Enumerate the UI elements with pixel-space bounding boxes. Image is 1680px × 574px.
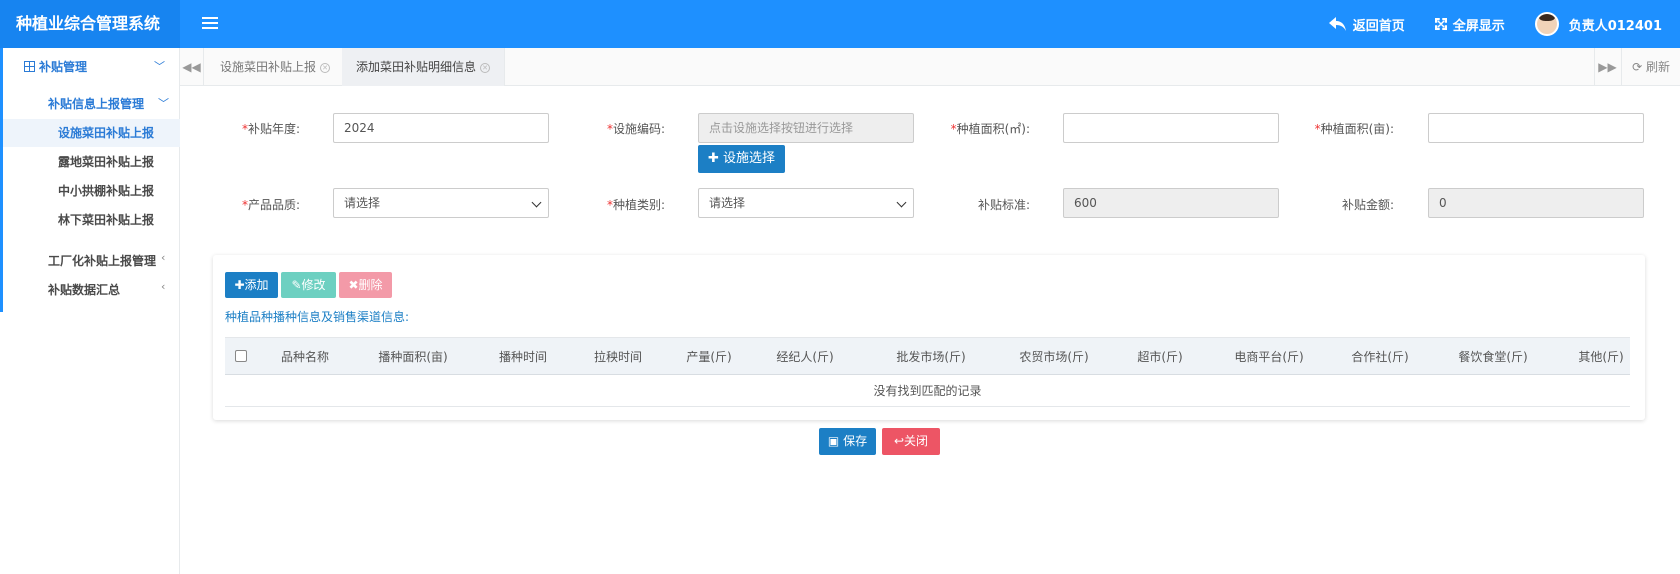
- amount-label: 补贴金额:: [1341, 198, 1394, 212]
- column-header[interactable]: 批发市场(斤): [896, 338, 965, 376]
- sidebar-item-factory[interactable]: 工厂化补贴上报管理: [48, 252, 156, 269]
- app-title: 种植业综合管理系统: [0, 0, 180, 48]
- area-mu-label: *种植面积(亩):: [1314, 122, 1394, 136]
- area-mu-input[interactable]: [1428, 113, 1644, 143]
- add-button[interactable]: ✚添加: [225, 272, 278, 298]
- sidebar-item-report-management[interactable]: 补贴信息上报管理: [48, 95, 144, 112]
- table-icon: [24, 61, 35, 72]
- sidebar-item-summary[interactable]: 补贴数据汇总: [48, 281, 120, 298]
- select-all-checkbox[interactable]: [235, 350, 247, 362]
- close-icon[interactable]: ✕: [480, 62, 491, 73]
- tabs-scroll-left-icon[interactable]: ◀◀: [180, 48, 204, 86]
- plus-icon: ✚: [234, 278, 245, 292]
- code-label: *设施编码:: [606, 122, 665, 136]
- tab-label: 添加菜田补贴明细信息: [356, 60, 477, 74]
- column-header[interactable]: 播种面积(亩): [378, 338, 447, 376]
- fullscreen-link[interactable]: 全屏显示: [1434, 15, 1505, 34]
- fullscreen-link-label: 全屏显示: [1452, 18, 1505, 34]
- tabs-scroll-right-icon[interactable]: ▶▶: [1594, 48, 1620, 86]
- chevron-down-icon: ﹀: [158, 97, 169, 110]
- sidebar-item-label: 工厂化补贴上报管理: [48, 254, 157, 268]
- facility-select-label: 设施选择: [723, 151, 776, 166]
- sidebar-group-subsidy[interactable]: 补贴管理: [24, 58, 87, 75]
- refresh-icon: ⟳: [1632, 60, 1643, 74]
- standard-label: 补贴标准:: [977, 198, 1030, 212]
- tab-add-detail[interactable]: 添加菜田补贴明细信息 ✕: [342, 48, 506, 86]
- save-icon: ▣: [827, 434, 840, 448]
- delete-button[interactable]: ✖删除: [339, 272, 392, 298]
- chevron-left-icon: ‹: [161, 280, 166, 293]
- quality-select[interactable]: 请选择: [333, 188, 549, 218]
- close-icon: ✖: [348, 278, 359, 292]
- chevron-left-icon: ‹: [161, 251, 166, 264]
- home-link-label: 返回首页: [1352, 18, 1405, 34]
- tab-label: 设施菜田补贴上报: [220, 60, 317, 74]
- column-header[interactable]: 播种时间: [499, 338, 547, 376]
- area-m2-label: *种植面积(㎡):: [950, 122, 1030, 136]
- tabs-bar: ◀◀ 设施菜田补贴上报 ✕ 添加菜田补贴明细信息 ✕ ▶▶ ⟳ 刷新: [180, 48, 1680, 86]
- save-button[interactable]: ▣ 保存: [819, 428, 876, 455]
- top-bar: 种植业综合管理系统 返回首页 全屏显示 负责人012401: [0, 0, 1680, 48]
- home-link[interactable]: 返回首页: [1328, 15, 1405, 34]
- reply-icon: [1328, 17, 1346, 31]
- user-label: 负责人012401: [1568, 18, 1662, 34]
- column-header[interactable]: 产量(斤): [686, 338, 731, 376]
- column-header[interactable]: 其他(斤): [1578, 338, 1623, 376]
- year-label: *补贴年度:: [241, 122, 300, 136]
- tab-facility-report[interactable]: 设施菜田补贴上报 ✕: [206, 48, 346, 86]
- refresh-label: 刷新: [1645, 60, 1670, 74]
- reply-icon: ↩: [893, 434, 905, 448]
- quality-select-value: 请选择: [344, 196, 381, 210]
- code-input[interactable]: 点击设施选择按钮进行选择: [698, 113, 914, 143]
- column-header[interactable]: 农贸市场(斤): [1019, 338, 1088, 376]
- variety-panel: ✚添加 ✎修改 ✖删除 种植品种播种信息及销售渠道信息: 品种名称 播种面积(亩…: [213, 255, 1645, 420]
- sidebar-group-label: 补贴管理: [39, 60, 88, 74]
- area-m2-input[interactable]: [1063, 113, 1279, 143]
- sidebar-item-small-arch[interactable]: 中小拱棚补贴上报: [3, 177, 180, 205]
- sidebar-item-open-field[interactable]: 露地菜田补贴上报: [3, 148, 180, 176]
- user-menu[interactable]: 负责人012401: [1534, 12, 1662, 36]
- chevron-down-icon: [531, 197, 542, 208]
- sidebar-item-label: 补贴信息上报管理: [48, 97, 145, 111]
- edit-button[interactable]: ✎修改: [281, 272, 336, 298]
- avatar: [1534, 12, 1559, 36]
- category-select[interactable]: 请选择: [698, 188, 914, 218]
- amount-input[interactable]: 0: [1428, 188, 1644, 218]
- column-header[interactable]: 拉秧时间: [594, 338, 642, 376]
- quality-label: *产品品质:: [241, 198, 300, 212]
- column-header[interactable]: 电商平台(斤): [1234, 338, 1303, 376]
- column-header[interactable]: 品种名称: [281, 338, 329, 376]
- column-header[interactable]: 合作社(斤): [1351, 338, 1408, 376]
- close-icon[interactable]: ✕: [320, 62, 331, 73]
- year-input[interactable]: 2024: [333, 113, 549, 143]
- top-right-actions: 返回首页 全屏显示 负责人012401: [1328, 0, 1662, 48]
- refresh-button[interactable]: ⟳ 刷新: [1621, 48, 1680, 86]
- category-select-value: 请选择: [709, 196, 746, 210]
- expand-icon: [1434, 18, 1447, 30]
- sidebar-item-facility[interactable]: 设施菜田补贴上报: [3, 119, 180, 147]
- panel-title: 种植品种播种信息及销售渠道信息:: [225, 310, 410, 324]
- plus-icon: ✚: [707, 151, 719, 166]
- column-header[interactable]: 超市(斤): [1137, 338, 1182, 376]
- sidebar-item-forest[interactable]: 林下菜田补贴上报: [3, 206, 180, 234]
- chevron-down-icon: ﹀: [154, 60, 165, 73]
- column-header[interactable]: 经纪人(斤): [776, 338, 833, 376]
- table-header: 品种名称 播种面积(亩) 播种时间 拉秧时间 产量(斤) 经纪人(斤) 批发市场…: [225, 337, 1630, 375]
- empty-table-row: 没有找到匹配的记录: [225, 375, 1630, 407]
- menu-toggle-icon[interactable]: [202, 14, 218, 32]
- sidebar-item-label: 补贴数据汇总: [48, 283, 121, 297]
- column-header[interactable]: 餐饮食堂(斤): [1458, 338, 1527, 376]
- category-label: *种植类别:: [606, 198, 665, 212]
- standard-input[interactable]: 600: [1063, 188, 1279, 218]
- chevron-down-icon: [896, 197, 907, 208]
- edit-icon: ✎: [291, 278, 302, 292]
- close-button[interactable]: ↩关闭: [882, 428, 940, 455]
- facility-select-button[interactable]: ✚ 设施选择: [698, 145, 785, 173]
